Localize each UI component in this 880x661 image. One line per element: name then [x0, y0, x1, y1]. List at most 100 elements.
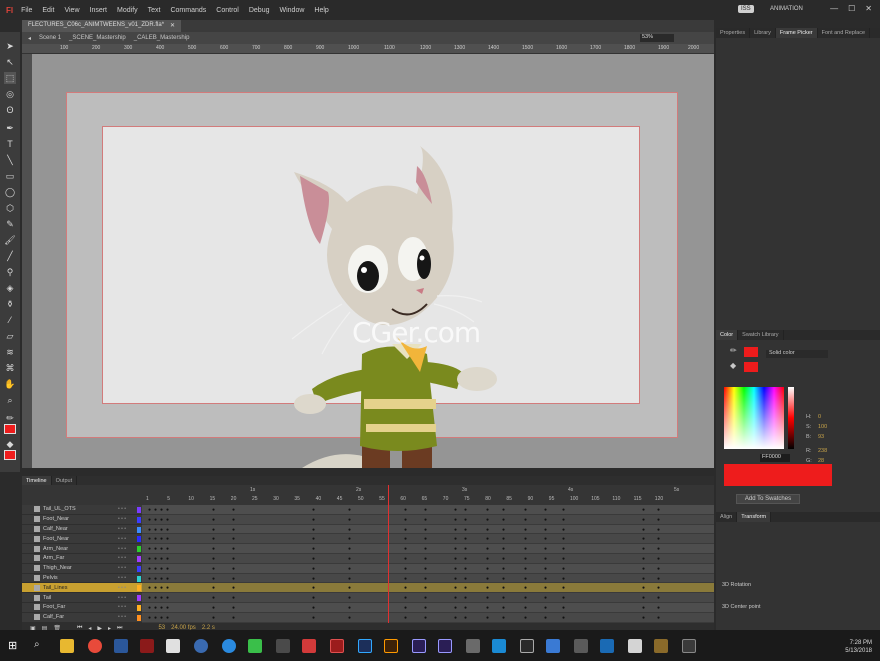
maximize-button[interactable]: ☐ — [848, 4, 855, 13]
tab-font-replace[interactable]: Font and Replace — [818, 28, 871, 38]
app-icon-3[interactable] — [222, 639, 236, 653]
app-icon-14[interactable] — [654, 639, 668, 653]
tab-frame-picker[interactable]: Frame Picker — [775, 28, 818, 38]
keyframe[interactable]: ● — [562, 517, 565, 523]
keyframe[interactable]: ● — [404, 615, 407, 621]
keyframe[interactable]: ● — [544, 507, 547, 513]
keyframe[interactable]: ● — [212, 556, 215, 562]
keyframe[interactable]: ● — [348, 546, 351, 552]
keyframe[interactable]: ● — [148, 566, 151, 572]
fill-color-icon[interactable]: ◆ — [4, 438, 16, 450]
keyframe[interactable]: ● — [166, 507, 169, 513]
keyframe[interactable]: ● — [312, 556, 315, 562]
keyframe[interactable]: ● — [642, 517, 645, 523]
keyframe[interactable]: ● — [166, 536, 169, 542]
keyframe[interactable]: ● — [486, 536, 489, 542]
keyframe[interactable]: ● — [524, 576, 527, 582]
keyframe[interactable]: ● — [160, 585, 163, 591]
tab-properties[interactable]: Properties — [716, 28, 751, 38]
workspace-switcher[interactable]: ANIMATION — [770, 6, 803, 12]
layer-row[interactable]: Pelvis • • • — [22, 574, 142, 584]
layer-name[interactable]: Pelvis — [43, 575, 58, 581]
keyframe[interactable]: ● — [312, 585, 315, 591]
keyframe[interactable]: ● — [160, 615, 163, 621]
layer-visibility-lock-dots[interactable]: • • • — [118, 614, 126, 620]
layer-outline-color[interactable] — [137, 507, 141, 513]
keyframe[interactable]: ● — [524, 556, 527, 562]
keyframe[interactable]: ● — [148, 556, 151, 562]
keyframe[interactable]: ● — [657, 536, 660, 542]
layer-outline-color[interactable] — [137, 595, 141, 602]
keyframe[interactable]: ● — [524, 615, 527, 621]
keyframe[interactable]: ● — [544, 517, 547, 523]
keyframe[interactable]: ● — [454, 556, 457, 562]
selection-tool-icon[interactable]: ➤ — [4, 40, 16, 52]
keyframe[interactable]: ● — [160, 546, 163, 552]
keyframe[interactable]: ● — [502, 507, 505, 513]
keyframe[interactable]: ● — [642, 615, 645, 621]
keyframe[interactable]: ● — [232, 605, 235, 611]
keyframe[interactable]: ● — [502, 576, 505, 582]
menu-commands[interactable]: Commands — [170, 7, 206, 14]
keyframe[interactable]: ● — [348, 566, 351, 572]
keyframe[interactable]: ● — [524, 536, 527, 542]
app-icon-4[interactable] — [248, 639, 262, 653]
keyframe[interactable]: ● — [212, 507, 215, 513]
keyframe[interactable]: ● — [148, 517, 151, 523]
keyframe[interactable]: ● — [232, 566, 235, 572]
keyframe[interactable]: ● — [562, 536, 565, 542]
keyframe[interactable]: ● — [464, 546, 467, 552]
keyframe[interactable]: ● — [166, 527, 169, 533]
menu-debug[interactable]: Debug — [249, 7, 270, 14]
red-value[interactable]: 238 — [818, 448, 827, 454]
frame-row[interactable]: ● ● ● ● ● ● ● ● ● ● ● ● ● ● ● ● ● ● ● — [142, 583, 714, 594]
keyframe[interactable]: ● — [502, 527, 505, 533]
bone-tool-icon[interactable]: ⚲ — [4, 266, 16, 278]
add-to-swatches-button[interactable]: Add To Swatches — [736, 494, 800, 504]
layer-row[interactable]: Thigh_Near • • • — [22, 564, 142, 574]
keyframe[interactable]: ● — [212, 517, 215, 523]
keyframe[interactable]: ● — [657, 517, 660, 523]
keyframe[interactable]: ● — [404, 527, 407, 533]
keyframe[interactable]: ● — [348, 615, 351, 621]
keyframe[interactable]: ● — [464, 536, 467, 542]
layer-outline-color[interactable] — [137, 546, 141, 553]
keyframe[interactable]: ● — [166, 615, 169, 621]
keyframe[interactable]: ● — [544, 536, 547, 542]
frame-row[interactable]: ● ● ● ● ● ● ● ● ● ● ● ● ● ● ● ● ● ● ● — [142, 514, 714, 525]
keyframe[interactable]: ● — [212, 615, 215, 621]
layer-visibility-lock-dots[interactable]: • • • — [118, 516, 126, 522]
text-tool-icon[interactable]: T — [4, 138, 16, 150]
keyframe[interactable]: ● — [348, 585, 351, 591]
keyframe[interactable]: ● — [348, 576, 351, 582]
playhead[interactable] — [388, 485, 389, 623]
keyframe[interactable]: ● — [312, 536, 315, 542]
menu-edit[interactable]: Edit — [42, 7, 54, 14]
keyframe[interactable]: ● — [166, 546, 169, 552]
stroke-color-swatch[interactable] — [4, 424, 16, 434]
keyframe[interactable]: ● — [212, 585, 215, 591]
keyframe[interactable]: ● — [212, 527, 215, 533]
file-explorer-icon[interactable] — [60, 639, 74, 653]
close-button[interactable]: ✕ — [865, 4, 872, 13]
keyframe[interactable]: ● — [424, 605, 427, 611]
keyframe[interactable]: ● — [232, 527, 235, 533]
keyframe[interactable]: ● — [454, 527, 457, 533]
keyframe[interactable]: ● — [160, 576, 163, 582]
layer-name[interactable]: Tail — [43, 595, 51, 601]
keyframe[interactable]: ● — [544, 527, 547, 533]
frame-row[interactable]: ● ● ● ● ● ● ● ● ● ● ● ● ● ● ● ● ● ● ● — [142, 534, 714, 545]
frame-row[interactable]: ● ● ● ● ● ● ● ● ● ● ● ● ● ● ● ● ● ● ● — [142, 563, 714, 574]
keyframe[interactable]: ● — [486, 605, 489, 611]
layer-name[interactable]: Arm_Near — [43, 546, 68, 552]
keyframe[interactable]: ● — [148, 615, 151, 621]
keyframe[interactable]: ● — [454, 576, 457, 582]
keyframe[interactable]: ● — [544, 546, 547, 552]
layer-visibility-lock-dots[interactable]: • • • — [118, 565, 126, 571]
keyframe[interactable]: ● — [404, 576, 407, 582]
keyframe[interactable]: ● — [404, 536, 407, 542]
keyframe[interactable]: ● — [524, 527, 527, 533]
hue-value[interactable]: 0 — [818, 414, 821, 420]
layer-row[interactable]: Arm_Far • • • — [22, 554, 142, 564]
back-arrow-icon[interactable]: ◂ — [28, 35, 31, 42]
